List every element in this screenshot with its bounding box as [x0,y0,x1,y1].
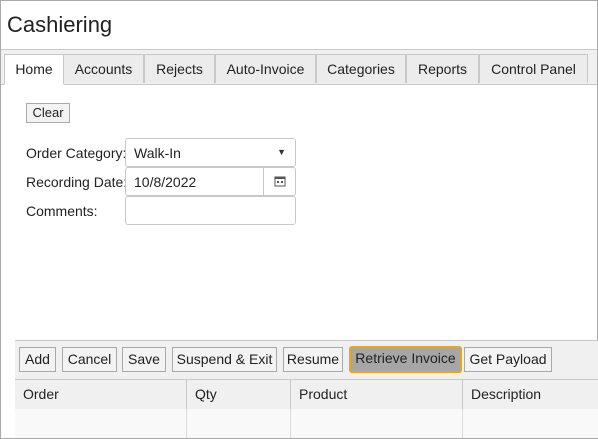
app-window: Cashiering Home Accounts Rejects Auto-In… [0,0,598,439]
caret-down-icon: ▼ [277,147,286,157]
column-header-description[interactable]: Description [463,380,598,409]
order-category-select[interactable]: Walk-In ▼ [125,138,296,167]
grid-cell [291,409,463,438]
grid-cell [15,409,187,438]
tab-auto-invoice[interactable]: Auto-Invoice [215,54,316,83]
comments-label: Comments: [26,203,98,219]
page-title: Cashiering [7,12,113,37]
tab-bar: Home Accounts Rejects Auto-Invoice Categ… [1,49,597,85]
grid-cell [463,409,598,438]
suspend-exit-button[interactable]: Suspend & Exit [172,347,277,372]
add-button[interactable]: Add [19,347,56,372]
calendar-icon [274,176,286,187]
cancel-button[interactable]: Cancel [62,347,117,372]
grid-body [15,409,598,438]
calendar-button[interactable] [263,168,295,195]
column-header-order[interactable]: Order [15,380,187,409]
grid-cell [187,409,291,438]
tab-categories[interactable]: Categories [316,54,406,83]
recording-date-input[interactable]: 10/8/2022 [125,167,296,196]
tab-control-panel[interactable]: Control Panel [479,54,588,83]
save-button[interactable]: Save [122,347,166,372]
tab-home[interactable]: Home [4,54,64,85]
tab-rejects[interactable]: Rejects [144,54,215,83]
order-category-value: Walk-In [134,145,181,161]
grid-header: Order Qty Product Description [15,379,598,410]
column-header-product[interactable]: Product [291,380,463,409]
get-payload-button[interactable]: Get Payload [464,347,552,372]
recording-date-value: 10/8/2022 [134,174,197,190]
recording-date-label: Recording Date: [26,174,128,190]
column-header-qty[interactable]: Qty [187,380,291,409]
comments-input[interactable] [125,196,296,225]
order-category-label: Order Category: [26,145,127,161]
resume-button[interactable]: Resume [283,347,343,372]
tab-accounts[interactable]: Accounts [63,54,144,83]
tab-reports[interactable]: Reports [406,54,479,83]
clear-button[interactable]: Clear [26,103,70,123]
retrieve-invoice-button[interactable]: Retrieve Invoice [349,346,462,373]
action-toolbar: Add Cancel Save Suspend & Exit Resume Re… [15,340,598,380]
